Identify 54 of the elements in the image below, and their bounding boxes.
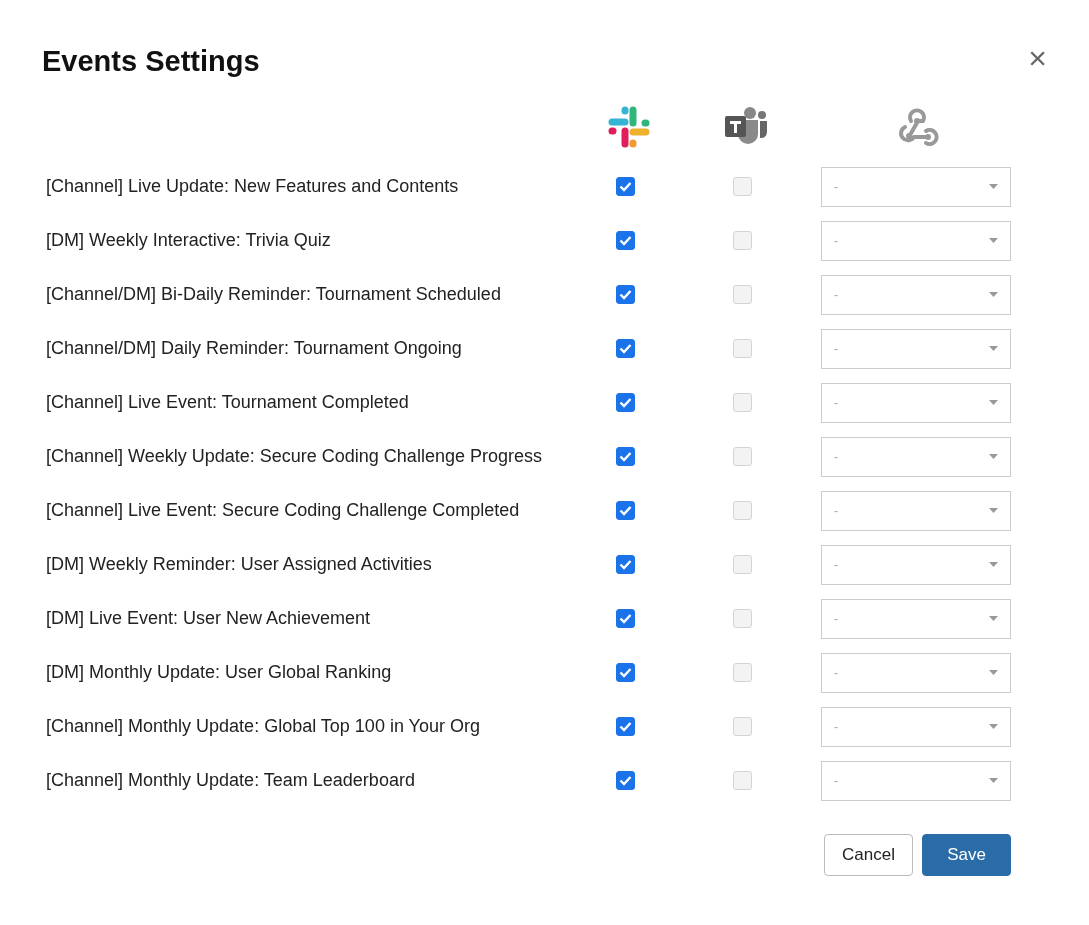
event-label: [DM] Weekly Reminder: User Assigned Activities (46, 554, 432, 575)
dialog-title: Events Settings (42, 44, 261, 79)
cancel-button[interactable]: Cancel (824, 833, 913, 876)
event-label: [DM] Monthly Update: User Global Ranking (46, 662, 392, 683)
checkbox[interactable] (616, 501, 636, 521)
caret-icon (989, 562, 998, 568)
checkbox[interactable] (616, 339, 636, 359)
checkbox[interactable] (616, 231, 636, 251)
event-label: [Channel] Weekly Update: Secure Coding Challenge Progress (46, 446, 542, 467)
webhook-dropdown[interactable]: - (821, 490, 1011, 531)
event-label: [Channel] Live Update: New Features and Contents (46, 176, 459, 197)
event-label: [DM] Weekly Interactive: Trivia Quiz (46, 230, 331, 251)
caret-icon (989, 670, 998, 676)
webhook-dropdown[interactable]: - (821, 166, 1011, 207)
event-label: [DM] Live Event: User New Achievement (46, 608, 371, 629)
event-label: [Channel/DM] Daily Reminder: Tournament Ongoing (46, 338, 462, 359)
caret-icon (989, 724, 998, 730)
webhook-dropdown[interactable]: - (821, 760, 1011, 801)
checkbox[interactable] (616, 609, 636, 629)
event-label: [Channel/DM] Bi-Daily Reminder: Tournament Scheduled (46, 284, 501, 305)
checkbox[interactable] (616, 555, 636, 575)
caret-icon (989, 778, 998, 784)
event-label: [Channel] Monthly Update: Team Leaderboard (46, 770, 415, 791)
caret-icon (989, 400, 998, 406)
checkbox[interactable] (616, 771, 636, 791)
checkbox[interactable] (616, 717, 636, 737)
caret-icon (989, 346, 998, 352)
close-button[interactable]: × (1026, 42, 1049, 74)
save-button[interactable]: Save (922, 833, 1011, 876)
caret-icon (989, 238, 998, 244)
webhook-dropdown[interactable]: - (821, 382, 1011, 423)
webhook-dropdown[interactable]: - (821, 436, 1011, 477)
event-label: [Channel] Live Event: Secure Coding Challenge Completed (46, 500, 520, 521)
checkbox[interactable] (616, 663, 636, 683)
caret-icon (989, 184, 998, 190)
event-label: [Channel] Monthly Update: Global Top 100 in Your Org (46, 716, 480, 737)
webhook-icon (896, 106, 941, 147)
checkbox[interactable] (616, 393, 636, 413)
event-label: [Channel] Live Event: Tournament Completed (46, 392, 409, 413)
webhook-dropdown[interactable]: - (821, 598, 1011, 639)
checkbox[interactable] (616, 177, 636, 197)
webhook-dropdown[interactable]: - (821, 220, 1011, 261)
webhook-dropdown[interactable]: - (821, 274, 1011, 315)
caret-icon (989, 508, 998, 514)
webhook-dropdown[interactable]: - (821, 652, 1011, 693)
caret-icon (989, 454, 998, 460)
webhook-dropdown[interactable]: - (821, 706, 1011, 747)
caret-icon (989, 292, 998, 298)
checkbox[interactable] (616, 285, 636, 305)
webhook-dropdown[interactable]: - (821, 328, 1011, 369)
hashtag-logo-icon (608, 105, 651, 148)
caret-icon (989, 616, 998, 622)
webhook-dropdown[interactable]: - (821, 544, 1011, 585)
checkbox[interactable] (616, 447, 636, 467)
